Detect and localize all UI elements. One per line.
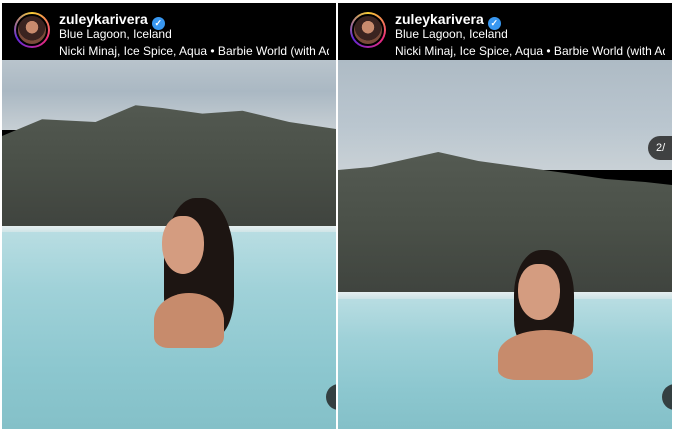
shoulder [498, 330, 593, 380]
avatar-image [16, 14, 48, 46]
avatar-image [352, 14, 384, 46]
shoulder [154, 293, 224, 348]
post-card-1: zuleykarivera ✓ Blue Lagoon, Iceland Nick… [2, 3, 336, 429]
post-photo[interactable]: 2/ [338, 60, 672, 429]
person [142, 198, 252, 348]
music-link[interactable]: Nicki Minaj, Ice Spice, Aqua • Barbie Wo… [59, 44, 329, 58]
username-text[interactable]: zuleykarivera [395, 11, 484, 27]
face [518, 264, 560, 320]
page-indicator: 2/ [648, 136, 672, 160]
post-header: zuleykarivera ✓ Blue Lagoon, Iceland Nick… [338, 3, 672, 59]
face [162, 216, 204, 274]
username-text[interactable]: zuleykarivera [59, 11, 148, 27]
post-card-2: zuleykarivera ✓ Blue Lagoon, Iceland Nick… [338, 3, 672, 429]
location-link[interactable]: Blue Lagoon, Iceland [59, 27, 172, 41]
sky [338, 60, 672, 170]
post-header: zuleykarivera ✓ Blue Lagoon, Iceland Nick… [2, 3, 336, 59]
post-photo[interactable] [2, 60, 336, 429]
avatar[interactable] [350, 12, 386, 48]
location-link[interactable]: Blue Lagoon, Iceland [395, 27, 508, 41]
music-link[interactable]: Nicki Minaj, Ice Spice, Aqua • Barbie Wo… [395, 44, 665, 58]
avatar[interactable] [14, 12, 50, 48]
person [488, 250, 598, 380]
